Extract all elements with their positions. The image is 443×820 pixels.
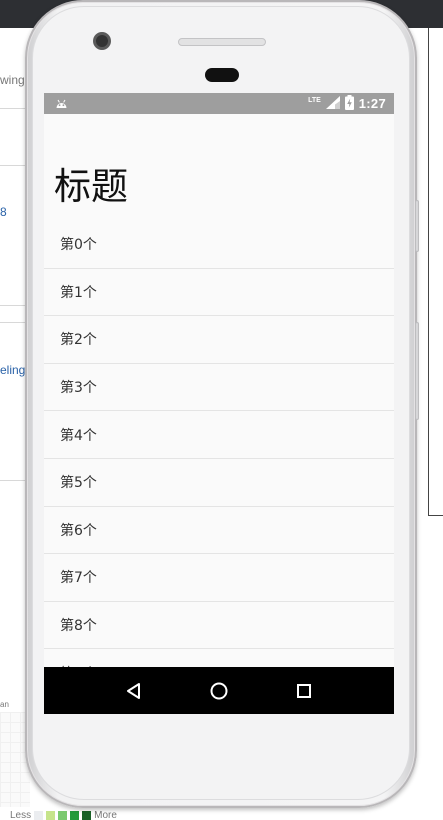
background-text: an — [0, 700, 9, 709]
list-item-label: 第7个 — [60, 570, 97, 587]
list-item-label: 第6个 — [60, 522, 97, 539]
nav-back-button[interactable] — [114, 671, 154, 711]
background-link[interactable]: eling — [0, 363, 25, 377]
list-item-label: 第5个 — [60, 475, 97, 492]
system-nav-bar — [44, 667, 394, 714]
background-right-panel — [428, 28, 443, 516]
status-bar: LTE 1:27 — [44, 93, 394, 114]
cell-signal-icon — [325, 95, 340, 112]
legend-more-label: More — [94, 810, 117, 820]
item-list[interactable]: 第0个 第1个 第2个 第3个 第4个 第5个 第6个 第7个 第8个 第9个 — [44, 221, 394, 697]
legend-swatch — [46, 811, 56, 820]
circle-home-icon — [210, 682, 228, 699]
list-item-label: 第2个 — [60, 332, 97, 349]
page-title: 标题 — [54, 165, 128, 208]
list-item[interactable]: 第3个 — [44, 363, 394, 412]
list-item[interactable]: 第0个 — [44, 221, 394, 269]
list-item-label: 第8个 — [60, 618, 97, 635]
legend-swatch — [58, 811, 68, 820]
status-icons: LTE 1:27 — [308, 94, 386, 113]
list-item[interactable]: 第7个 — [44, 554, 394, 602]
volume-button[interactable] — [415, 200, 419, 252]
list-item-label: 第0个 — [60, 237, 97, 254]
list-item[interactable]: 第5个 — [44, 458, 394, 507]
earpiece-speaker — [178, 38, 266, 46]
legend-swatch — [82, 811, 92, 820]
legend-swatch — [34, 811, 44, 820]
power-button[interactable] — [415, 322, 419, 420]
square-recents-icon — [296, 683, 311, 698]
proximity-sensor — [205, 68, 239, 82]
legend-swatch — [70, 811, 80, 820]
list-item-label: 第1个 — [60, 284, 97, 301]
triangle-back-icon — [127, 682, 141, 699]
device-screen: LTE 1:27 标题 第0个 第1个 第2个 第3个 第4个 第5个 第6个 … — [44, 93, 394, 714]
background-text: wing — [0, 73, 25, 87]
battery-charging-icon — [344, 94, 354, 113]
front-camera-icon — [93, 32, 111, 50]
contribution-legend: Less More — [10, 810, 117, 820]
background-link[interactable]: 8 — [0, 205, 7, 219]
nav-home-button[interactable] — [199, 671, 239, 711]
network-type-label: LTE — [308, 97, 321, 104]
android-robot-icon — [54, 96, 68, 110]
list-item[interactable]: 第1个 — [44, 268, 394, 317]
list-item[interactable]: 第2个 — [44, 316, 394, 364]
legend-less-label: Less — [10, 810, 32, 820]
clock-time: 1:27 — [358, 96, 386, 111]
list-item[interactable]: 第4个 — [44, 411, 394, 459]
list-item-label: 第3个 — [60, 380, 97, 397]
list-item[interactable]: 第8个 — [44, 601, 394, 650]
nav-recents-button[interactable] — [284, 671, 324, 711]
list-item-label: 第4个 — [60, 427, 97, 444]
list-item[interactable]: 第6个 — [44, 506, 394, 555]
stage: wing 8 eling an Less More LTE 1:27 标题 第0… — [0, 0, 443, 820]
